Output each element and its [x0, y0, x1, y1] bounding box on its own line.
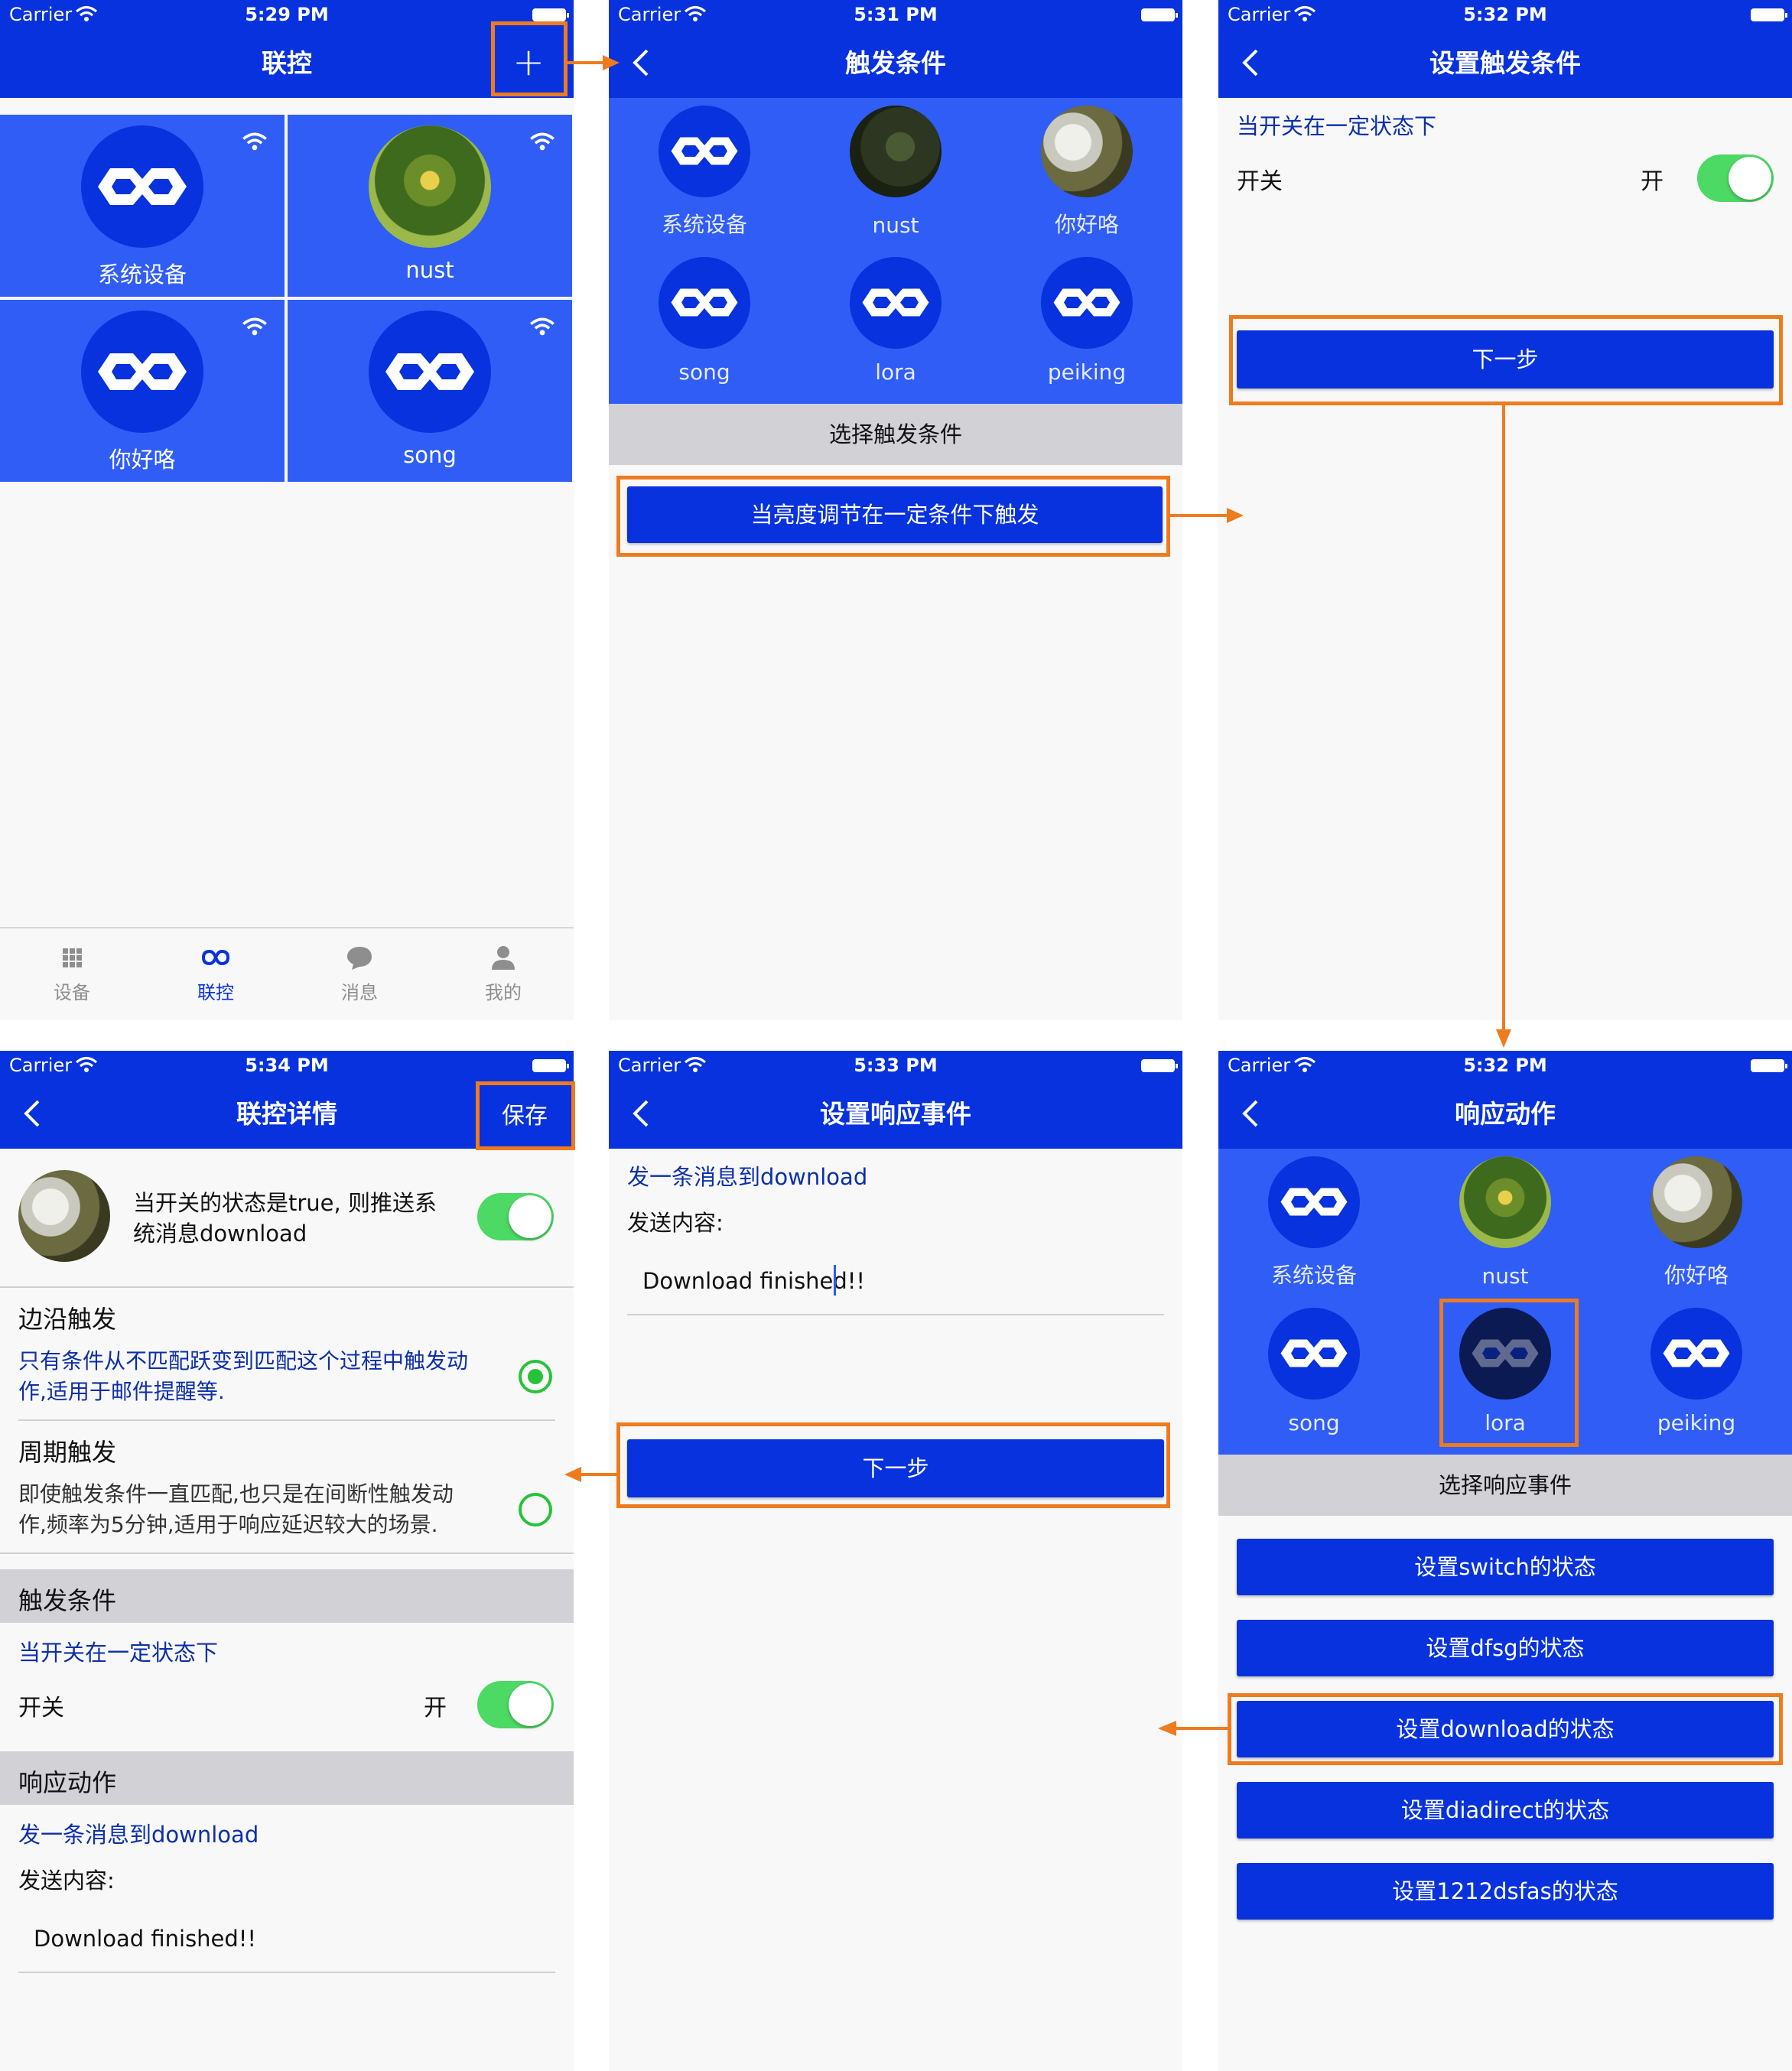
flow-arrows [564, 55, 1511, 1736]
